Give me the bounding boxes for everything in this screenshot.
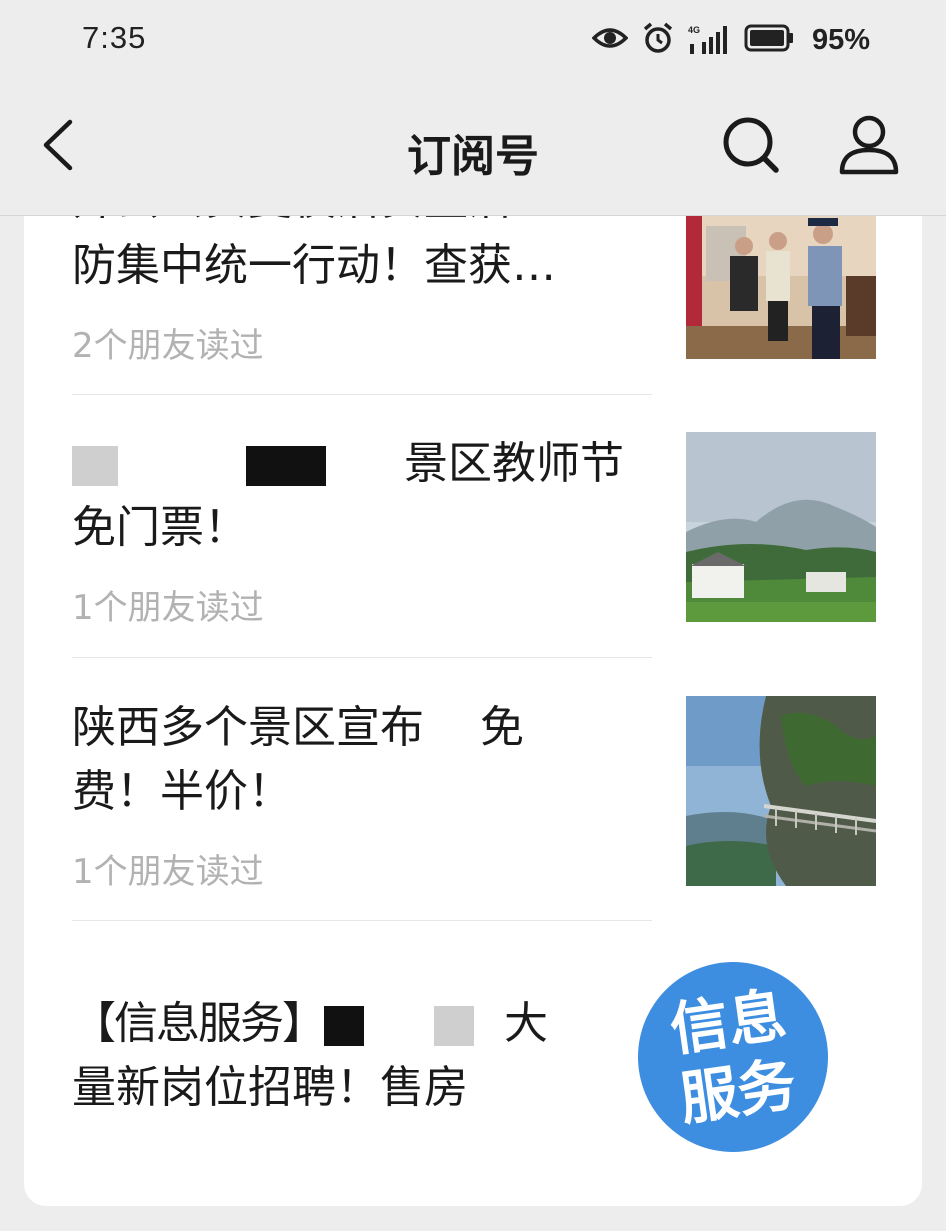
redaction-mark — [246, 446, 326, 486]
article-title-text: 免门票！ — [72, 502, 248, 553]
article-thumbnail — [686, 432, 876, 622]
article-list-card: 开县公安夏夜治安整治 防集中统一行动！查获… 2个朋友读过 — [24, 216, 922, 1206]
nav-bar: 订阅号 — [0, 80, 946, 216]
status-icons: 4G 95% — [591, 20, 870, 60]
status-bar: 7:35 4G 95% — [0, 0, 946, 80]
article-title: 开县公安夏夜治安整治 防集中统一行动！查获… — [72, 216, 632, 291]
badge-line: 服务 — [675, 1049, 801, 1134]
article-item[interactable]: 开县公安夏夜治安整治 防集中统一行动！查获… 2个朋友读过 — [72, 216, 882, 396]
article-title-text: 费！半价！ — [72, 766, 292, 817]
profile-button[interactable] — [834, 110, 904, 180]
article-thumbnail — [686, 696, 876, 886]
police-scene-photo — [686, 216, 876, 359]
article-meta: 1个朋友读过 — [72, 852, 264, 892]
status-time: 7:35 — [82, 20, 147, 55]
article-title-text: 陕西多个景区宣布 — [72, 702, 424, 753]
badge-text: 信息 服务 — [638, 962, 828, 1152]
article-title-text: 大 — [504, 998, 548, 1049]
article-item[interactable]: 景区教师节 免门票！ 1个朋友读过 — [72, 432, 882, 662]
article-title: 景区教师节 免门票！ — [72, 432, 632, 560]
search-button[interactable] — [716, 110, 786, 180]
article-meta: 2个朋友读过 — [72, 326, 264, 366]
article-title: 【信息服务】 大 量新岗位招聘！售房 — [72, 992, 632, 1120]
redaction-mark — [434, 1006, 474, 1046]
battery-percent: 95% — [811, 23, 870, 56]
alarm-icon — [642, 22, 674, 58]
article-meta: 1个朋友读过 — [72, 588, 264, 628]
eye-icon — [591, 24, 629, 56]
article-title: 陕西多个景区宣布 免 费！半价！ — [72, 696, 632, 824]
redaction-mark — [72, 446, 118, 486]
battery-icon — [744, 24, 794, 56]
divider — [72, 657, 652, 658]
article-title-text: 量新岗位招聘！售房 — [72, 1062, 468, 1113]
article-title-text: 免 — [480, 702, 524, 753]
info-service-badge: 信息 服务 — [638, 962, 828, 1152]
divider — [72, 394, 652, 395]
article-title-text: 景区教师节 — [404, 438, 624, 489]
misty-mountain-landscape-photo — [686, 432, 876, 622]
article-thumbnail — [686, 216, 876, 359]
divider — [72, 920, 652, 921]
redaction-mark — [424, 706, 480, 754]
article-title-line: 防集中统一行动！查获… — [72, 240, 556, 291]
page-title: 订阅号 — [407, 131, 539, 182]
article-title-text: 【信息服务】 — [72, 998, 326, 1049]
cliff-walkway-photo — [686, 696, 876, 886]
article-item[interactable]: 陕西多个景区宣布 免 费！半价！ 1个朋友读过 — [72, 696, 882, 926]
search-icon — [723, 117, 779, 173]
redaction-mark — [324, 1006, 364, 1046]
person-icon — [839, 115, 899, 175]
signal-icon: 4G — [688, 24, 730, 56]
